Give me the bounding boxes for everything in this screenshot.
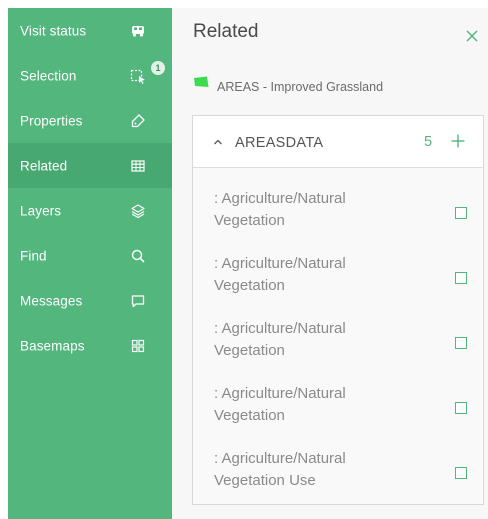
record-text-line1: : Agriculture/Natural: [214, 255, 346, 272]
add-record-icon[interactable]: [450, 133, 466, 149]
sidebar-item-label: Layers: [20, 203, 62, 218]
sidebar-item-messages[interactable]: Messages: [8, 278, 172, 323]
record-checkbox[interactable]: [455, 207, 467, 219]
bus-icon: [129, 22, 147, 40]
record-text: : Agriculture/Natural Vegetation: [214, 253, 424, 297]
layers-icon: [129, 202, 147, 220]
sidebar-item-label: Find: [20, 248, 47, 263]
message-icon: [129, 292, 147, 310]
polygon-swatch-icon: [193, 76, 209, 88]
record-text-line1: : Agriculture/Natural: [214, 320, 346, 337]
record-text-line1: : Agriculture/Natural: [214, 450, 346, 467]
record-text-line1: : Agriculture/Natural: [214, 385, 346, 402]
selection-count-badge: 1: [151, 61, 165, 75]
sidebar-item-basemaps[interactable]: Basemaps: [8, 323, 172, 368]
record-text-line2: Vegetation: [214, 212, 285, 229]
feature-label: AREAS - Improved Grassland: [217, 80, 384, 94]
sidebar-item-visit-status[interactable]: Visit status: [8, 8, 172, 53]
selection-icon: [129, 67, 147, 85]
sidebar-item-label: Messages: [20, 293, 83, 308]
search-icon: [129, 247, 147, 265]
record-text-line2: Vegetation: [214, 277, 285, 294]
chevron-up-icon[interactable]: [213, 137, 223, 147]
record-checkbox[interactable]: [455, 402, 467, 414]
record-checkbox[interactable]: [455, 467, 467, 479]
related-panel: Related AREAS - Improved Grassland AREAS…: [172, 8, 488, 519]
list-item[interactable]: : Agriculture/Natural Vegetation: [193, 312, 483, 377]
record-text: : Agriculture/Natural Vegetation: [214, 188, 424, 232]
record-count: 5: [424, 134, 433, 150]
sidebar-item-label: Properties: [20, 113, 83, 128]
list-item[interactable]: : Agriculture/Natural Vegetation: [193, 247, 483, 312]
related-table-header[interactable]: AREASDATA 5: [193, 116, 483, 168]
panel-title: Related: [193, 21, 259, 42]
record-text-line2: Vegetation Use: [214, 472, 316, 489]
sidebar-item-label: Basemaps: [20, 338, 85, 353]
sidebar-item-layers[interactable]: Layers: [8, 188, 172, 233]
sidebar-item-properties[interactable]: Properties: [8, 98, 172, 143]
record-checkbox[interactable]: [455, 272, 467, 284]
sidebar-item-label: Selection: [20, 68, 77, 83]
record-text-line1: : Agriculture/Natural: [214, 190, 346, 207]
list-item[interactable]: : Agriculture/Natural Vegetation: [193, 377, 483, 442]
sidebar: Visit status Selection 1 Properties Rela…: [8, 8, 172, 519]
sidebar-item-label: Visit status: [20, 23, 87, 38]
record-text-line2: Vegetation: [214, 342, 285, 359]
record-checkbox[interactable]: [455, 337, 467, 349]
list-item[interactable]: : Agriculture/Natural Vegetation: [193, 182, 483, 247]
record-text: : Agriculture/Natural Vegetation: [214, 383, 424, 427]
list-item[interactable]: : Agriculture/Natural Vegetation Use: [193, 442, 483, 507]
record-text: : Agriculture/Natural Vegetation Use: [214, 448, 424, 492]
table-icon: [129, 157, 147, 175]
record-text-line2: Vegetation: [214, 407, 285, 424]
tag-icon: [129, 112, 147, 130]
related-table-card: AREASDATA 5 : Agriculture/Natural Vegeta…: [192, 115, 484, 505]
sidebar-item-find[interactable]: Find: [8, 233, 172, 278]
related-table-name: AREASDATA: [235, 135, 324, 151]
record-text: : Agriculture/Natural Vegetation: [214, 318, 424, 362]
sidebar-item-selection[interactable]: Selection 1: [8, 53, 172, 98]
close-icon[interactable]: [464, 28, 480, 44]
sidebar-item-related[interactable]: Related: [8, 143, 172, 188]
sidebar-item-label: Related: [20, 158, 68, 173]
grid-icon: [129, 337, 147, 355]
